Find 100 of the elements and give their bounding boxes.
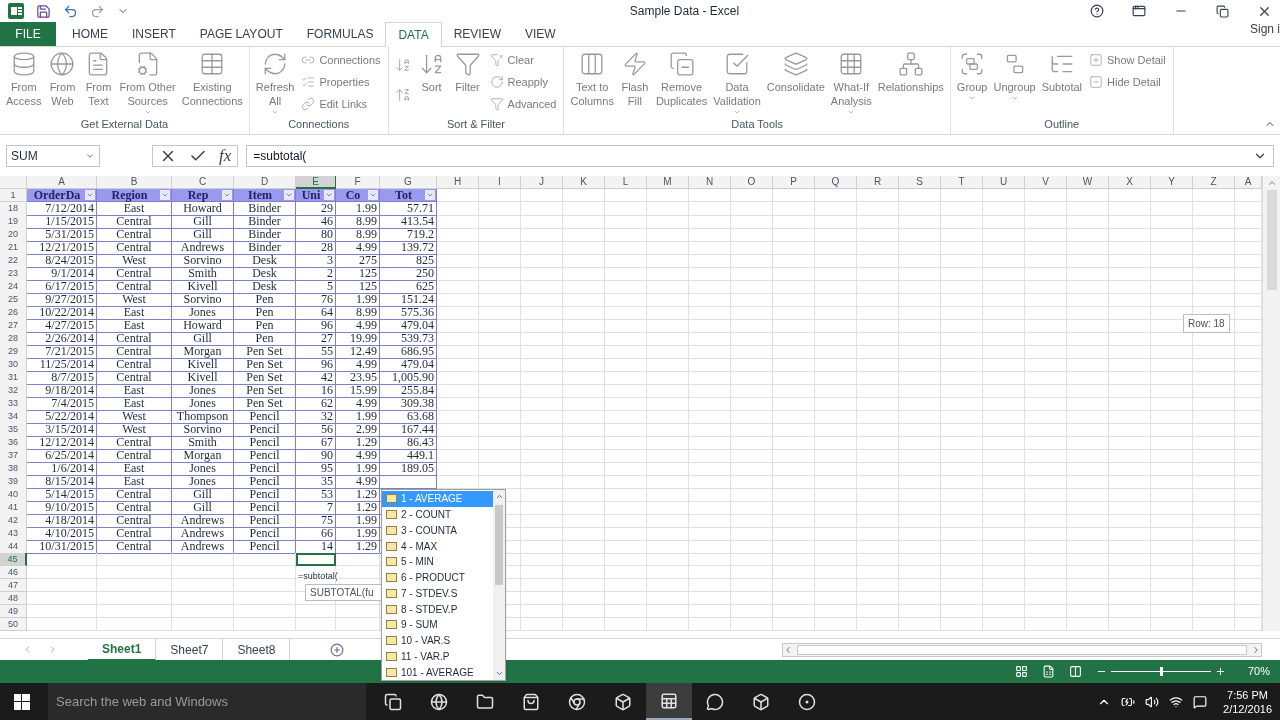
ribbon-tab[interactable]: PAGE LAYOUT: [187, 22, 295, 46]
insert-function-button[interactable]: fx: [219, 147, 232, 164]
ribbon-tab[interactable]: INSERT: [120, 22, 188, 46]
ribbon-button[interactable]: From Text: [81, 51, 116, 108]
row-header[interactable]: 24: [0, 280, 27, 294]
windows-logo-icon[interactable]: [14, 693, 30, 710]
taskbar-app[interactable]: [646, 683, 692, 720]
ribbon-display-icon[interactable]: [1132, 4, 1146, 18]
ribbon-button[interactable]: Relationships: [875, 51, 946, 94]
row-header[interactable]: 36: [0, 436, 27, 450]
column-header[interactable]: E: [296, 176, 336, 189]
ribbon-button[interactable]: What-If Analysis: [828, 51, 874, 116]
column-header[interactable]: A: [27, 176, 97, 189]
zoom-slider[interactable]: [1111, 667, 1211, 676]
scroll-up-icon[interactable]: [1266, 178, 1277, 188]
row-header[interactable]: 45: [0, 553, 27, 566]
scroll-down-icon[interactable]: [494, 669, 504, 678]
volume-icon[interactable]: [1145, 694, 1160, 709]
row-header[interactable]: 43: [0, 527, 27, 541]
redo-icon[interactable]: [90, 3, 105, 19]
ribbon-button[interactable]: Remove Duplicates: [653, 51, 710, 108]
clock[interactable]: 7:56 PM 2/12/2016: [1223, 687, 1272, 716]
column-header[interactable]: K: [563, 176, 605, 189]
vertical-scrollbar[interactable]: [1262, 176, 1280, 631]
column-header[interactable]: D: [234, 176, 296, 189]
ribbon-small-button[interactable]: Advanced: [489, 95, 557, 113]
scroll-up-icon[interactable]: [494, 492, 504, 501]
page-layout-view-icon[interactable]: [1042, 665, 1055, 678]
zoom-in-icon[interactable]: [1215, 666, 1226, 677]
scrollbar-thumb[interactable]: [495, 505, 503, 585]
ribbon-small-button[interactable]: Clear: [489, 51, 557, 69]
column-header[interactable]: X: [1109, 176, 1151, 189]
sort-ascending-icon[interactable]: [394, 57, 411, 73]
add-sheet-icon[interactable]: [330, 642, 345, 657]
column-header[interactable]: Z: [1193, 176, 1235, 189]
row-header[interactable]: 35: [0, 423, 27, 437]
row-header[interactable]: 48: [0, 592, 27, 605]
autocomplete-item[interactable]: 101 - AVERAGE: [382, 664, 493, 680]
ribbon-small-button[interactable]: Properties: [301, 73, 381, 91]
column-header[interactable]: Y: [1151, 176, 1193, 189]
row-header[interactable]: 26: [0, 306, 27, 320]
wifi-icon[interactable]: [1169, 694, 1184, 709]
autocomplete-item[interactable]: 2 - COUNT: [382, 506, 493, 523]
ribbon-button[interactable]: Group: [954, 51, 990, 102]
ribbon-tab[interactable]: REVIEW: [441, 22, 513, 46]
save-icon[interactable]: [36, 3, 51, 19]
ribbon-tab[interactable]: FILE: [0, 22, 56, 46]
autocomplete-item[interactable]: 8 - STDEV.P: [382, 601, 493, 617]
ribbon-button[interactable]: Text to Columns: [568, 51, 616, 108]
filter-button[interactable]: [284, 190, 294, 200]
autocomplete-item[interactable]: 9 - SUM: [382, 617, 493, 633]
autocomplete-item[interactable]: 4 - MAX: [382, 538, 493, 554]
row-header[interactable]: 1: [0, 189, 27, 202]
scroll-right-icon[interactable]: [1251, 644, 1261, 655]
autocomplete-item[interactable]: 11 - VAR.P: [382, 648, 493, 665]
column-header[interactable]: A: [1235, 176, 1262, 189]
row-header[interactable]: 41: [0, 501, 27, 515]
row-header[interactable]: 34: [0, 410, 27, 424]
ribbon-button[interactable]: Existing Connections: [179, 51, 245, 108]
ribbon-button[interactable]: Refresh All: [253, 51, 297, 116]
ribbon-small-button[interactable]: Connections: [301, 51, 381, 69]
row-header[interactable]: 49: [0, 605, 27, 618]
column-header[interactable]: R: [857, 176, 899, 189]
column-header[interactable]: P: [773, 176, 815, 189]
column-header[interactable]: S: [899, 176, 941, 189]
column-header[interactable]: F: [336, 176, 380, 189]
ribbon-tab[interactable]: HOME: [60, 22, 120, 46]
row-header[interactable]: 28: [0, 332, 27, 346]
formula-input[interactable]: =subtotal(: [246, 144, 1274, 167]
ribbon-button[interactable]: From Other Sources: [117, 51, 178, 116]
column-header[interactable]: V: [1025, 176, 1067, 189]
row-header[interactable]: 42: [0, 514, 27, 528]
ribbon-button[interactable]: Ungroup: [991, 51, 1038, 102]
column-header[interactable]: G: [380, 176, 437, 189]
column-header[interactable]: O: [731, 176, 773, 189]
zoom-thumb[interactable]: [1160, 667, 1163, 676]
row-header[interactable]: 33: [0, 397, 27, 411]
sheet-tab[interactable]: Sheet1: [88, 638, 157, 661]
horizontal-scrollbar[interactable]: [782, 642, 1262, 657]
ribbon-button[interactable]: From Access: [4, 51, 44, 108]
column-header[interactable]: M: [647, 176, 689, 189]
column-header[interactable]: L: [605, 176, 647, 189]
ribbon-button[interactable]: Consolidate: [764, 51, 827, 94]
row-header[interactable]: 27: [0, 319, 27, 333]
row-header[interactable]: 46: [0, 566, 27, 579]
help-icon[interactable]: [1090, 4, 1104, 18]
undo-icon[interactable]: [63, 3, 78, 19]
filter-button[interactable]: [425, 190, 435, 200]
filter-button[interactable]: [324, 190, 334, 200]
filter-button[interactable]: [368, 190, 378, 200]
autocomplete-item[interactable]: 5 - MIN: [382, 554, 493, 570]
row-header[interactable]: 38: [0, 462, 27, 476]
page-break-view-icon[interactable]: [1069, 665, 1082, 678]
scrollbar[interactable]: [493, 490, 505, 680]
ribbon-tab[interactable]: FORMULAS: [294, 22, 386, 46]
row-header[interactable]: 40: [0, 488, 27, 502]
ribbon-button[interactable]: Subtotal: [1039, 51, 1084, 94]
column-header[interactable]: W: [1067, 176, 1109, 189]
ribbon-tab[interactable]: VIEW: [513, 22, 568, 46]
restore-icon[interactable]: [1216, 4, 1229, 18]
